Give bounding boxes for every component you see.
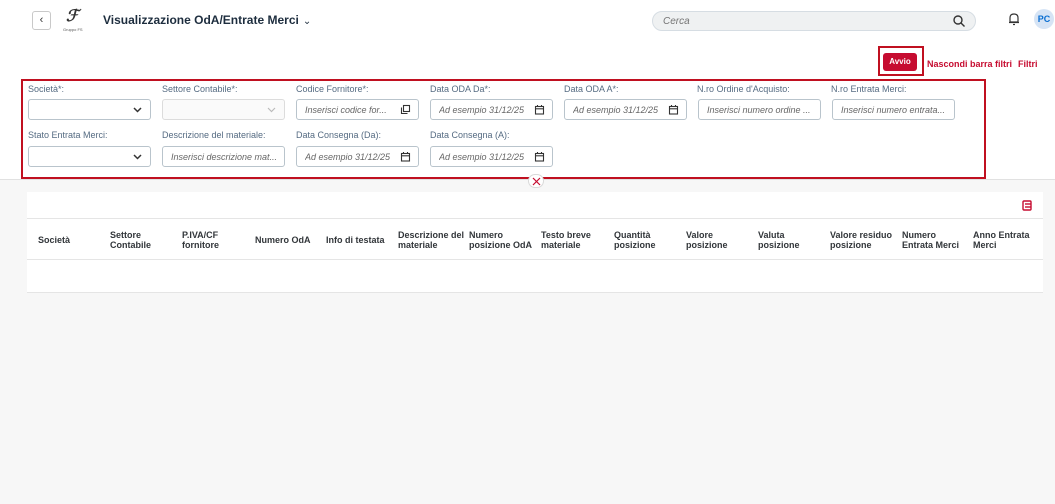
col-header[interactable]: Anno Entrata Merci bbox=[973, 230, 1030, 250]
table-toolbar bbox=[27, 192, 1043, 218]
stato-label: Stato Entrata Merci: bbox=[28, 130, 108, 140]
nro-ordine-label: N.ro Ordine d'Acquisto: bbox=[697, 84, 790, 94]
col-header[interactable]: Numero Entrata Merci bbox=[902, 230, 959, 250]
data-oda-a-input[interactable]: Ad esempio 31/12/25 bbox=[564, 99, 687, 120]
logo-mark: ℱ bbox=[66, 6, 79, 25]
col-header[interactable]: Società bbox=[38, 235, 70, 245]
col-header[interactable]: Valore posizione bbox=[686, 230, 728, 250]
search-input[interactable] bbox=[663, 14, 933, 28]
fornitore-label: Codice Fornitore*: bbox=[296, 84, 369, 94]
nro-entrata-placeholder: Inserisci numero entrata... bbox=[841, 105, 946, 115]
col-header[interactable]: Valore residuo posizione bbox=[830, 230, 892, 250]
filter-toolbar: Avvio Nascondi barra filtri Filtri bbox=[0, 40, 1055, 80]
consegna-a-label: Data Consegna (A): bbox=[430, 130, 510, 140]
nro-ordine-placeholder: Inserisci numero ordine ... bbox=[707, 105, 811, 115]
unpin-icon bbox=[532, 177, 541, 186]
societa-select[interactable] bbox=[28, 99, 151, 120]
nro-entrata-input[interactable]: Inserisci numero entrata... bbox=[832, 99, 955, 120]
descrizione-placeholder: Inserisci descrizione mat... bbox=[171, 152, 278, 162]
consegna-da-label: Data Consegna (Da): bbox=[296, 130, 382, 140]
value-help-icon[interactable] bbox=[400, 104, 411, 115]
data-oda-a-placeholder: Ad esempio 31/12/25 bbox=[573, 105, 659, 115]
col-header[interactable]: P.IVA/CF fornitore bbox=[182, 230, 219, 250]
col-header[interactable]: Settore Contabile bbox=[110, 230, 151, 250]
calendar-icon[interactable] bbox=[668, 104, 679, 115]
chevron-down-icon: ⌄ bbox=[302, 16, 312, 27]
calendar-icon[interactable] bbox=[534, 151, 545, 162]
export-icon[interactable] bbox=[1021, 199, 1033, 211]
stato-select[interactable] bbox=[28, 146, 151, 167]
filters-button[interactable]: Filtri bbox=[1018, 59, 1038, 69]
col-header[interactable]: Numero posizione OdA bbox=[469, 230, 532, 250]
calendar-icon[interactable] bbox=[400, 151, 411, 162]
descrizione-input[interactable]: Inserisci descrizione mat... bbox=[162, 146, 285, 167]
hide-filterbar-button[interactable]: Nascondi barra filtri bbox=[927, 59, 1012, 69]
consegna-a-input[interactable]: Ad esempio 31/12/25 bbox=[430, 146, 553, 167]
page-title: Visualizzazione OdA/Entrate Merci bbox=[103, 13, 299, 27]
avvio-button[interactable]: Avvio bbox=[883, 53, 917, 71]
col-header[interactable]: Descrizione del materiale bbox=[398, 230, 464, 250]
data-oda-da-placeholder: Ad esempio 31/12/25 bbox=[439, 105, 525, 115]
societa-label: Società*: bbox=[28, 84, 65, 94]
data-oda-a-label: Data ODA A*: bbox=[564, 84, 619, 94]
data-oda-da-label: Data ODA Da*: bbox=[430, 84, 491, 94]
app-shell: ‹ ℱ Gruppo FS Visualizzazione OdA/Entrat… bbox=[0, 0, 1055, 504]
app-title-menu[interactable]: Visualizzazione OdA/Entrate Merci ⌄ bbox=[103, 13, 311, 27]
col-header[interactable]: Quantità posizione bbox=[614, 230, 656, 250]
notification-bell-icon[interactable] bbox=[1007, 12, 1021, 26]
settore-label: Settore Contabile*: bbox=[162, 84, 238, 94]
descrizione-label: Descrizione del materiale: bbox=[162, 130, 266, 140]
calendar-icon[interactable] bbox=[534, 104, 545, 115]
col-header[interactable]: Valuta posizione bbox=[758, 230, 800, 250]
nro-ordine-input[interactable]: Inserisci numero ordine ... bbox=[698, 99, 821, 120]
chevron-down-icon[interactable] bbox=[132, 104, 143, 115]
company-logo[interactable]: ℱ Gruppo FS bbox=[63, 6, 89, 34]
consegna-da-placeholder: Ad esempio 31/12/25 bbox=[305, 152, 391, 162]
consegna-da-input[interactable]: Ad esempio 31/12/25 bbox=[296, 146, 419, 167]
table-header-row: Società Settore Contabile P.IVA/CF fornito… bbox=[27, 218, 1043, 260]
search-icon[interactable] bbox=[952, 14, 966, 28]
chevron-down-icon[interactable] bbox=[132, 151, 143, 162]
col-header[interactable]: Info di testata bbox=[326, 235, 385, 245]
shell-header: ‹ ℱ Gruppo FS Visualizzazione OdA/Entrat… bbox=[0, 0, 1055, 40]
data-oda-da-input[interactable]: Ad esempio 31/12/25 bbox=[430, 99, 553, 120]
nro-entrata-label: N.ro Entrata Merci: bbox=[831, 84, 907, 94]
consegna-a-placeholder: Ad esempio 31/12/25 bbox=[439, 152, 525, 162]
table-empty-body bbox=[27, 260, 1043, 293]
fornitore-input[interactable]: Inserisci codice for... bbox=[296, 99, 419, 120]
settore-select[interactable] bbox=[162, 99, 285, 120]
logo-text: Gruppo FS bbox=[63, 27, 83, 32]
col-header[interactable]: Numero OdA bbox=[255, 235, 311, 245]
back-button[interactable]: ‹ bbox=[32, 11, 51, 30]
chevron-down-icon[interactable] bbox=[266, 104, 277, 115]
search-field[interactable] bbox=[652, 11, 976, 31]
fornitore-placeholder: Inserisci codice for... bbox=[305, 105, 387, 115]
collapse-header-button[interactable] bbox=[528, 174, 544, 188]
user-avatar[interactable]: PC bbox=[1034, 9, 1054, 29]
col-header[interactable]: Testo breve materiale bbox=[541, 230, 591, 250]
